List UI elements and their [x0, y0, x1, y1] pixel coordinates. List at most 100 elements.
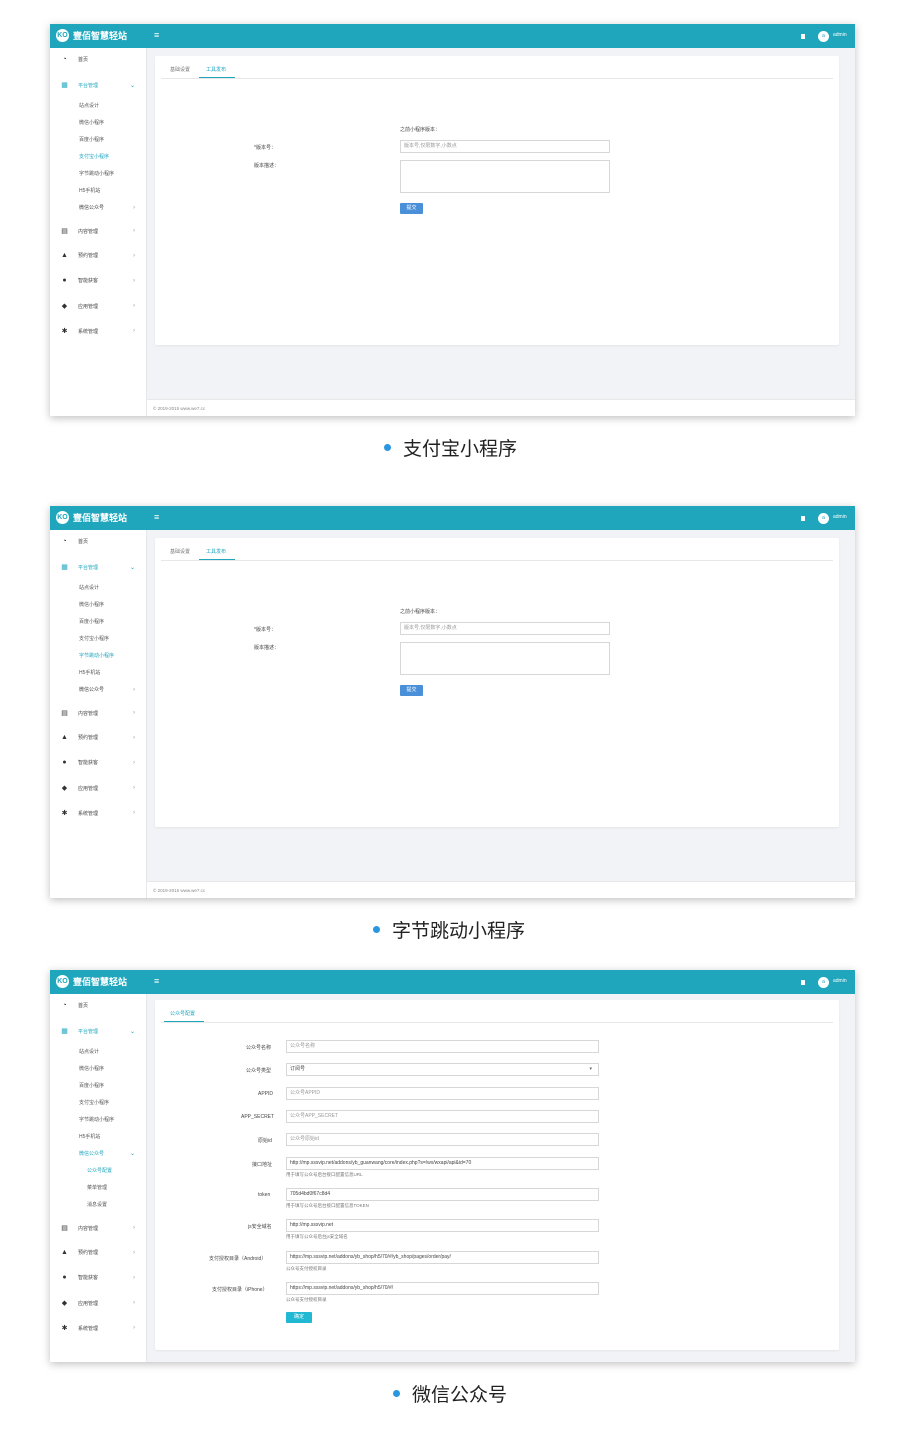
hamburger-menu-icon[interactable]: ≡ — [154, 976, 159, 986]
sidebar-item-smart[interactable]: ● 智能获客 › — [61, 277, 135, 284]
tab-basic-settings[interactable]: 基础设置 — [170, 548, 190, 555]
tab-divider — [161, 560, 833, 561]
sidebar-subitem-site-design[interactable]: 站点设计 — [79, 1048, 99, 1055]
sidebar-item-booking[interactable]: ▲ 预约管理 › — [61, 252, 135, 259]
sidebar-item-booking[interactable]: ▲ 预约管理 › — [61, 734, 135, 741]
sidebar-item-home[interactable]: ◔ 首页 — [61, 56, 135, 63]
desc-textarea[interactable] — [400, 642, 610, 675]
sidebar-subitem-h5[interactable]: H5手机站 — [79, 669, 100, 676]
username[interactable]: admin — [833, 514, 847, 520]
chevron-right-icon: › — [133, 785, 135, 791]
brand[interactable]: KO 壹佰智慧轻站 — [56, 29, 127, 42]
chevron-right-icon: › — [133, 328, 135, 334]
version-input[interactable]: 版本号,仅限数字,小数点 — [400, 140, 610, 153]
sidebar-subitem-site-design[interactable]: 站点设计 — [79, 102, 99, 109]
sidebar-item-system[interactable]: ✱ 系统管理 › — [61, 327, 135, 335]
sidebar-subitem-wechat-mini[interactable]: 微信小程序 — [79, 601, 104, 608]
pay-iphone-input[interactable]: https://mp.sssvip.net/addons/yb_shop/h5/… — [286, 1282, 599, 1295]
tab-tool-release[interactable]: 工具发布 — [206, 66, 226, 73]
token-input[interactable]: 705d4bd0f67c8d4 — [286, 1188, 599, 1201]
sidebar-item-platform[interactable]: ▦ 平台管理 ⌄ — [61, 81, 135, 89]
sidebar-subitem-baidu-mini[interactable]: 百度小程序 — [79, 618, 104, 625]
sidebar-item-smart[interactable]: ● 智能获客 › — [61, 1274, 135, 1281]
cube-icon: ◆ — [61, 303, 68, 310]
sidebar-item-platform[interactable]: ▦ 平台管理 ⌄ — [61, 563, 135, 571]
appid-input[interactable]: 公众号APPID — [286, 1087, 599, 1100]
sidebar-item-apps[interactable]: ◆ 应用管理 › — [61, 302, 135, 310]
brand-name: 壹佰智慧轻站 — [73, 513, 128, 523]
confirm-button[interactable]: 确定 — [286, 1312, 312, 1323]
message-icon[interactable] — [801, 516, 805, 521]
sidebar-subitem-mp-config[interactable]: 公众号配置 — [87, 1167, 112, 1174]
sidebar-subitem-wechat-mini[interactable]: 微信小程序 — [79, 119, 104, 126]
tab-tool-release[interactable]: 工具发布 — [206, 548, 226, 555]
sidebar-subitem-baidu-mini[interactable]: 百度小程序 — [79, 136, 104, 143]
sidebar-subitem-alipay-mini[interactable]: 支付宝小程序 — [79, 1099, 109, 1106]
sidebar-item-apps[interactable]: ◆ 应用管理 › — [61, 1299, 135, 1307]
sidebar-subitem-h5[interactable]: H5手机站 — [79, 187, 100, 194]
avatar[interactable]: a — [818, 977, 829, 988]
submit-button[interactable]: 提交 — [400, 203, 423, 214]
tab-basic-settings[interactable]: 基础设置 — [170, 66, 190, 73]
sidebar-item-platform[interactable]: ▦ 平台管理 ⌄ — [61, 1027, 135, 1035]
origin-id-input[interactable]: 公众号原始id — [286, 1133, 599, 1146]
avatar[interactable]: a — [818, 31, 829, 42]
sidebar-subitem-wechat-mp[interactable]: 微信公众号 › — [79, 204, 135, 212]
chevron-right-icon: › — [133, 1225, 135, 1231]
sidebar-subitem-wechat-mp[interactable]: 微信公众号 ⌄ — [79, 1150, 135, 1157]
brand[interactable]: KO 壹佰智慧轻站 — [56, 511, 127, 524]
document-icon: ▤ — [61, 710, 68, 717]
token-label: token — [258, 1192, 271, 1198]
pay-android-help: 公众号支付授权目录 — [286, 1266, 327, 1271]
submit-button[interactable]: 提交 — [400, 685, 423, 696]
username[interactable]: admin — [833, 978, 847, 984]
js-domain-input[interactable]: http://mp.sssvip.net — [286, 1219, 599, 1232]
brand[interactable]: KO 壹佰智慧轻站 — [56, 975, 127, 988]
tab-divider — [161, 78, 833, 79]
chevron-right-icon: › — [133, 1325, 135, 1331]
sidebar-item-content[interactable]: ▤ 内容管理 › — [61, 709, 135, 717]
sidebar-item-system[interactable]: ✱ 系统管理 › — [61, 809, 135, 817]
sidebar-subitem-h5[interactable]: H5手机站 — [79, 1133, 100, 1140]
avatar[interactable]: a — [818, 513, 829, 524]
sidebar-subitem-wechat-mini[interactable]: 微信小程序 — [79, 1065, 104, 1072]
sidebar-item-apps[interactable]: ◆ 应用管理 › — [61, 784, 135, 792]
version-input[interactable]: 版本号,仅限数字,小数点 — [400, 622, 610, 635]
tab-mp-config[interactable]: 公众号配置 — [170, 1010, 195, 1017]
mp-name-input[interactable]: 公众号名称 — [286, 1040, 599, 1053]
sidebar-item-home[interactable]: ◔ 首页 — [61, 538, 135, 545]
chevron-right-icon: › — [133, 277, 135, 284]
sidebar-subitem-alipay-mini[interactable]: 支付宝小程序 — [79, 153, 109, 160]
sidebar-subitem-menu-manage[interactable]: 菜单管理 — [87, 1184, 107, 1191]
mp-type-select[interactable]: 订阅号 ▾ — [286, 1063, 599, 1076]
sidebar-item-system[interactable]: ✱ 系统管理 › — [61, 1324, 135, 1332]
sidebar-subitem-alipay-mini[interactable]: 支付宝小程序 — [79, 635, 109, 642]
sidebar-item-booking[interactable]: ▲ 预约管理 › — [61, 1249, 135, 1256]
api-url-input[interactable]: http://mp.sssvip.net/addons/yb_guanwang/… — [286, 1157, 599, 1170]
hamburger-menu-icon[interactable]: ≡ — [154, 512, 159, 522]
pay-android-input[interactable]: https://mp.sssvip.net/addons/yb_shop/h5/… — [286, 1251, 599, 1264]
message-icon[interactable] — [801, 34, 805, 39]
sidebar-item-home[interactable]: ◔ 首页 — [61, 1002, 135, 1009]
username[interactable]: admin — [833, 32, 847, 38]
sidebar-item-content[interactable]: ▤ 内容管理 › — [61, 1224, 135, 1232]
sidebar-subitem-bytedance-mini[interactable]: 字节跳动小程序 — [79, 652, 114, 659]
sidebar-item-smart[interactable]: ● 智能获客 › — [61, 759, 135, 766]
chevron-right-icon: › — [133, 303, 135, 309]
document-icon: ▤ — [61, 1225, 68, 1232]
sidebar-subitem-message-settings[interactable]: 消息设置 — [87, 1201, 107, 1208]
app-secret-input[interactable]: 公众号APP_SECRET — [286, 1110, 599, 1123]
hamburger-menu-icon[interactable]: ≡ — [154, 30, 159, 40]
sidebar-subitem-wechat-mp[interactable]: 微信公众号 › — [79, 686, 135, 694]
sidebar-subitem-bytedance-mini[interactable]: 字节跳动小程序 — [79, 1116, 114, 1123]
sidebar-subitem-baidu-mini[interactable]: 百度小程序 — [79, 1082, 104, 1089]
sidebar-item-content[interactable]: ▤ 内容管理 › — [61, 227, 135, 235]
caret-down-icon: ▾ — [589, 1066, 592, 1072]
cube-icon: ◆ — [61, 785, 68, 792]
sidebar-subitem-bytedance-mini[interactable]: 字节跳动小程序 — [79, 170, 114, 177]
gear-icon: ✱ — [61, 810, 68, 817]
release-card: 基础设置 工具发布 之前小程序版本： *版本号： 版本号,仅限数字,小数点 版本… — [155, 56, 839, 345]
message-icon[interactable] — [801, 980, 805, 985]
desc-textarea[interactable] — [400, 160, 610, 193]
sidebar-subitem-site-design[interactable]: 站点设计 — [79, 584, 99, 591]
